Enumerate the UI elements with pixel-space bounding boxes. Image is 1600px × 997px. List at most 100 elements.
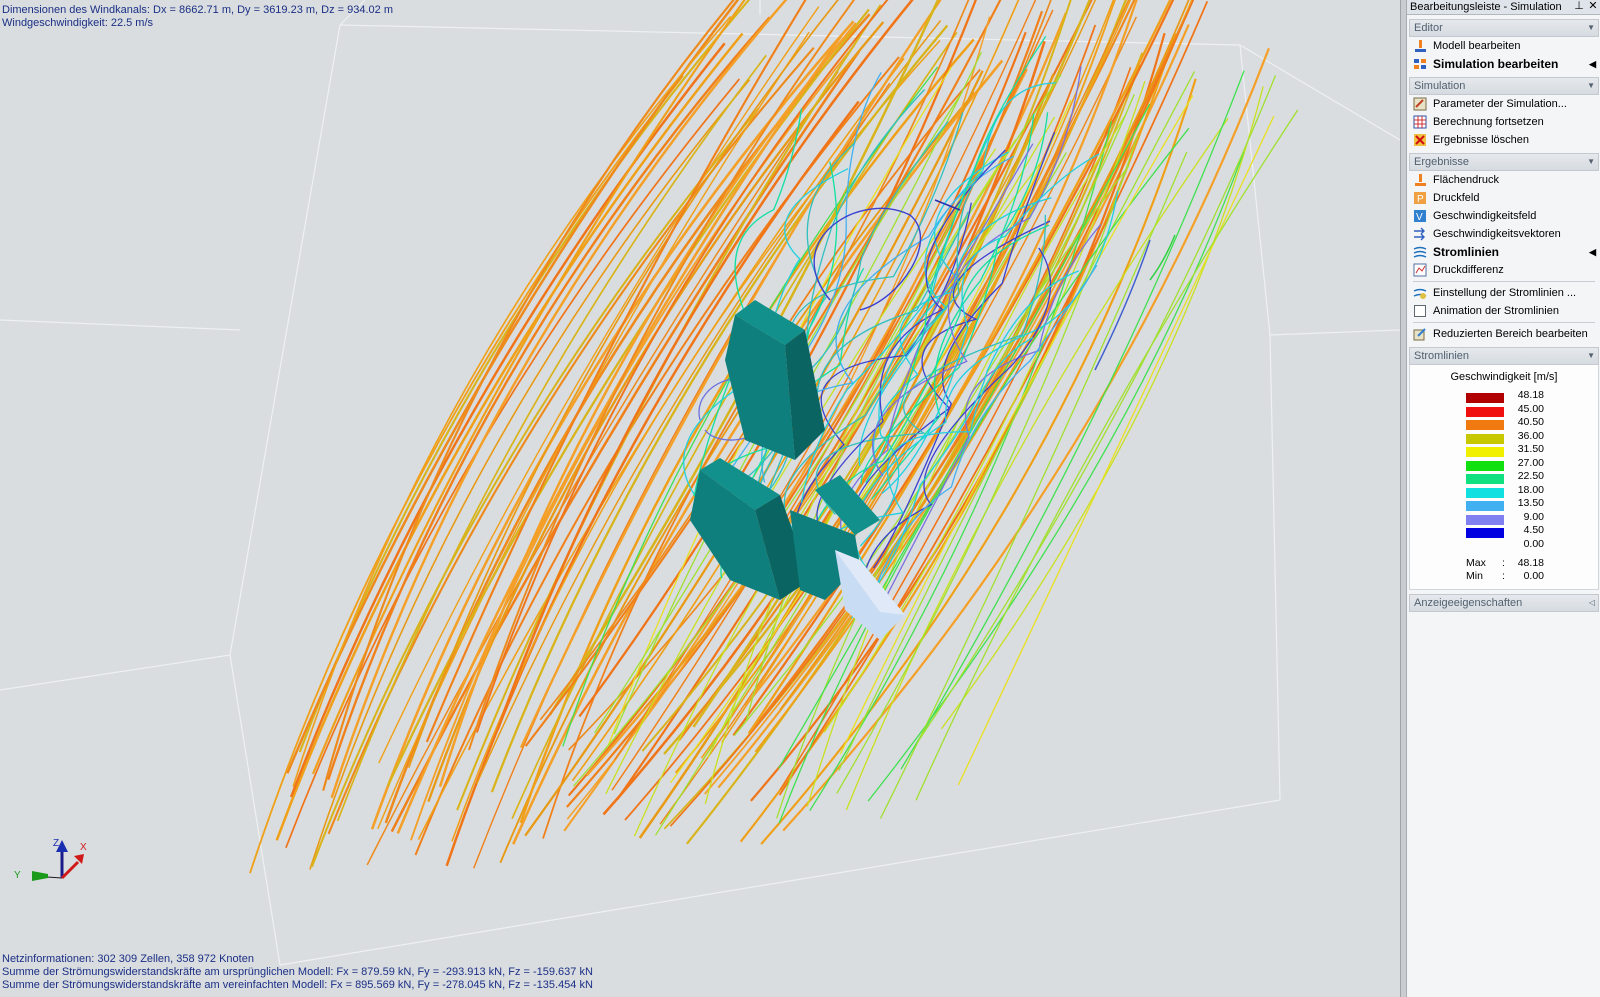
legend-value: 31.50 bbox=[1517, 443, 1544, 455]
animation-checkbox[interactable] bbox=[1413, 304, 1427, 318]
y-axis-arrow bbox=[32, 871, 48, 881]
menu-item-parameter-der-simulation[interactable]: Parameter der Simulation... bbox=[1409, 95, 1599, 113]
menu-item-reduzierten-bereich-bearbeiten[interactable]: Reduzierten Bereich bearbeiten bbox=[1409, 325, 1599, 343]
menu-item-geschwindigkeitsvektoren[interactable]: Geschwindigkeitsvektoren bbox=[1409, 225, 1599, 243]
legend-max-sep: : bbox=[1502, 557, 1505, 569]
legend-swatch bbox=[1466, 393, 1504, 403]
legend-value: 9.00 bbox=[1523, 510, 1544, 523]
panel-titlebar: Bearbeitungsleiste - Simulation ⊥ ✕ bbox=[1407, 0, 1600, 15]
menu-item-label: Reduzierten Bereich bearbeiten bbox=[1433, 328, 1588, 340]
legend-swatch bbox=[1466, 420, 1504, 430]
legend-row: 36.00 bbox=[1410, 430, 1598, 444]
streamline bbox=[573, 145, 986, 787]
legend-row: 27.00 bbox=[1410, 457, 1598, 471]
streamline bbox=[322, 0, 735, 791]
chevron-down-icon: ▼ bbox=[1587, 23, 1595, 32]
menu-item-label: Einstellung der Stromlinien ... bbox=[1433, 287, 1577, 299]
info-line-dimensions: Dimensionen des Windkanals: Dx = 8662.71… bbox=[2, 4, 394, 16]
legend-row: 13.50 bbox=[1410, 497, 1598, 511]
menu-item-simulation-bearbeiten[interactable]: Simulation bearbeiten ◀ bbox=[1409, 55, 1599, 73]
legend-swatch bbox=[1466, 460, 1504, 471]
legend-value: 22.50 bbox=[1517, 470, 1544, 482]
legend-swatch bbox=[1466, 528, 1504, 538]
legend-swatch bbox=[1466, 487, 1504, 498]
z-axis-label: Z bbox=[53, 838, 59, 849]
pin-icon[interactable]: ⊥ bbox=[1573, 0, 1585, 14]
menu-item-druckdifferenz[interactable]: Druckdifferenz bbox=[1409, 261, 1599, 279]
menu-item-stromlinien[interactable]: Stromlinien ◀ bbox=[1409, 243, 1599, 261]
menu-item-ergebnisse-loeschen[interactable]: Ergebnisse löschen bbox=[1409, 131, 1599, 149]
velocity-field-icon: V bbox=[1413, 209, 1427, 223]
legend-title: Geschwindigkeit [m/s] bbox=[1450, 371, 1558, 383]
menu-item-flaechendruck[interactable]: Flächendruck bbox=[1409, 171, 1599, 189]
streamline bbox=[327, 16, 771, 780]
chevron-down-icon: ▼ bbox=[1587, 81, 1595, 90]
tunnel-edge bbox=[1239, 44, 1271, 336]
active-indicator-icon: ◀ bbox=[1589, 246, 1596, 257]
legend-row: 45.00 bbox=[1410, 403, 1598, 417]
panel-title: Bearbeitungsleiste - Simulation bbox=[1410, 1, 1562, 13]
menu-item-druckfeld[interactable]: P Druckfeld bbox=[1409, 189, 1599, 207]
menu-item-label: Simulation bearbeiten bbox=[1433, 57, 1559, 71]
legend-row: 31.50 bbox=[1410, 443, 1598, 457]
velocity-vectors-icon bbox=[1413, 227, 1427, 241]
close-icon[interactable]: ✕ bbox=[1587, 0, 1599, 14]
legend-max-value: 48.18 bbox=[1517, 557, 1544, 569]
legend-value: 40.50 bbox=[1517, 416, 1544, 428]
section-header-editor[interactable]: Editor ▼ bbox=[1409, 19, 1599, 37]
section-label: Ergebnisse bbox=[1414, 156, 1470, 168]
menu-item-geschwindigkeitsfeld[interactable]: V Geschwindigkeitsfeld bbox=[1409, 207, 1599, 225]
section-simulation: Simulation ▼ Parameter der Simulation...… bbox=[1409, 77, 1599, 149]
menu-item-label: Geschwindigkeitsvektoren bbox=[1433, 228, 1561, 240]
active-indicator-icon: ◀ bbox=[1589, 58, 1596, 69]
menu-item-berechnung-fortsetzen[interactable]: Berechnung fortsetzen bbox=[1409, 113, 1599, 131]
menu-item-label: Stromlinien bbox=[1433, 245, 1500, 259]
menu-item-label: Berechnung fortsetzen bbox=[1433, 116, 1544, 128]
menu-item-animation-der-stromlinien[interactable]: Animation der Stromlinien bbox=[1409, 302, 1599, 320]
pressure-field-icon: P bbox=[1413, 191, 1427, 205]
section-ergebnisse: Ergebnisse ▼ Flächendruck P Druckfeld V … bbox=[1409, 153, 1599, 343]
legend-row: 9.00 bbox=[1410, 511, 1598, 525]
tunnel-edge bbox=[0, 654, 231, 691]
surface-pressure-icon bbox=[1413, 173, 1427, 187]
simulation-edit-icon bbox=[1413, 57, 1427, 71]
streamline-settings-icon bbox=[1413, 286, 1427, 300]
svg-text:P: P bbox=[1417, 194, 1424, 205]
legend-min-sep: : bbox=[1502, 570, 1505, 582]
streamline bbox=[1094, 239, 1151, 371]
section-label: Anzeigeeigenschaften bbox=[1414, 597, 1523, 609]
section-header-anzeigeeigenschaften[interactable]: Anzeigeeigenschaften ◁ bbox=[1409, 594, 1599, 612]
tunnel-edge bbox=[279, 799, 1281, 966]
legend-row: 0.00 bbox=[1410, 538, 1598, 552]
mesh-force-info: Netzinformationen: 302 309 Zellen, 358 9… bbox=[2, 953, 593, 992]
delete-results-icon bbox=[1413, 133, 1427, 147]
section-header-simulation[interactable]: Simulation ▼ bbox=[1409, 77, 1599, 95]
section-header-ergebnisse[interactable]: Ergebnisse ▼ bbox=[1409, 153, 1599, 171]
x-axis-label: X bbox=[80, 842, 87, 853]
section-label: Stromlinien bbox=[1414, 350, 1470, 362]
menu-item-label: Druckdifferenz bbox=[1433, 264, 1504, 276]
legend-value: 0.00 bbox=[1523, 537, 1544, 550]
3d-viewport[interactable]: Dimensionen des Windkanals: Dx = 8662.71… bbox=[0, 0, 1400, 997]
tunnel-edge bbox=[1269, 334, 1281, 801]
edit-panel: Bearbeitungsleiste - Simulation ⊥ ✕ Edit… bbox=[1406, 0, 1600, 997]
section-header-stromlinien[interactable]: Stromlinien ▼ bbox=[1409, 347, 1599, 365]
menu-divider bbox=[1413, 281, 1595, 282]
legend-swatch bbox=[1466, 406, 1504, 417]
streamline bbox=[330, 0, 788, 799]
parameters-icon bbox=[1413, 97, 1427, 111]
chevron-down-icon: ▼ bbox=[1587, 351, 1595, 360]
menu-divider bbox=[1413, 322, 1595, 323]
menu-item-label: Modell bearbeiten bbox=[1433, 40, 1521, 52]
menu-item-label: Animation der Stromlinien bbox=[1433, 305, 1559, 317]
tunnel-edge bbox=[0, 319, 241, 331]
info-line-force-simplified: Summe der Strömungswiderstandskräfte am … bbox=[2, 979, 593, 991]
section-label: Editor bbox=[1414, 22, 1443, 34]
legend-value: 18.00 bbox=[1517, 483, 1544, 496]
menu-item-einstellung-der-stromlinien[interactable]: Einstellung der Stromlinien ... bbox=[1409, 284, 1599, 302]
section-anzeigeeigenschaften: Anzeigeeigenschaften ◁ bbox=[1409, 594, 1599, 612]
streamlines-icon bbox=[1413, 245, 1427, 259]
chevron-down-icon: ▼ bbox=[1587, 157, 1595, 166]
menu-item-modell-bearbeiten[interactable]: Modell bearbeiten bbox=[1409, 37, 1599, 55]
legend-swatch bbox=[1466, 501, 1504, 511]
